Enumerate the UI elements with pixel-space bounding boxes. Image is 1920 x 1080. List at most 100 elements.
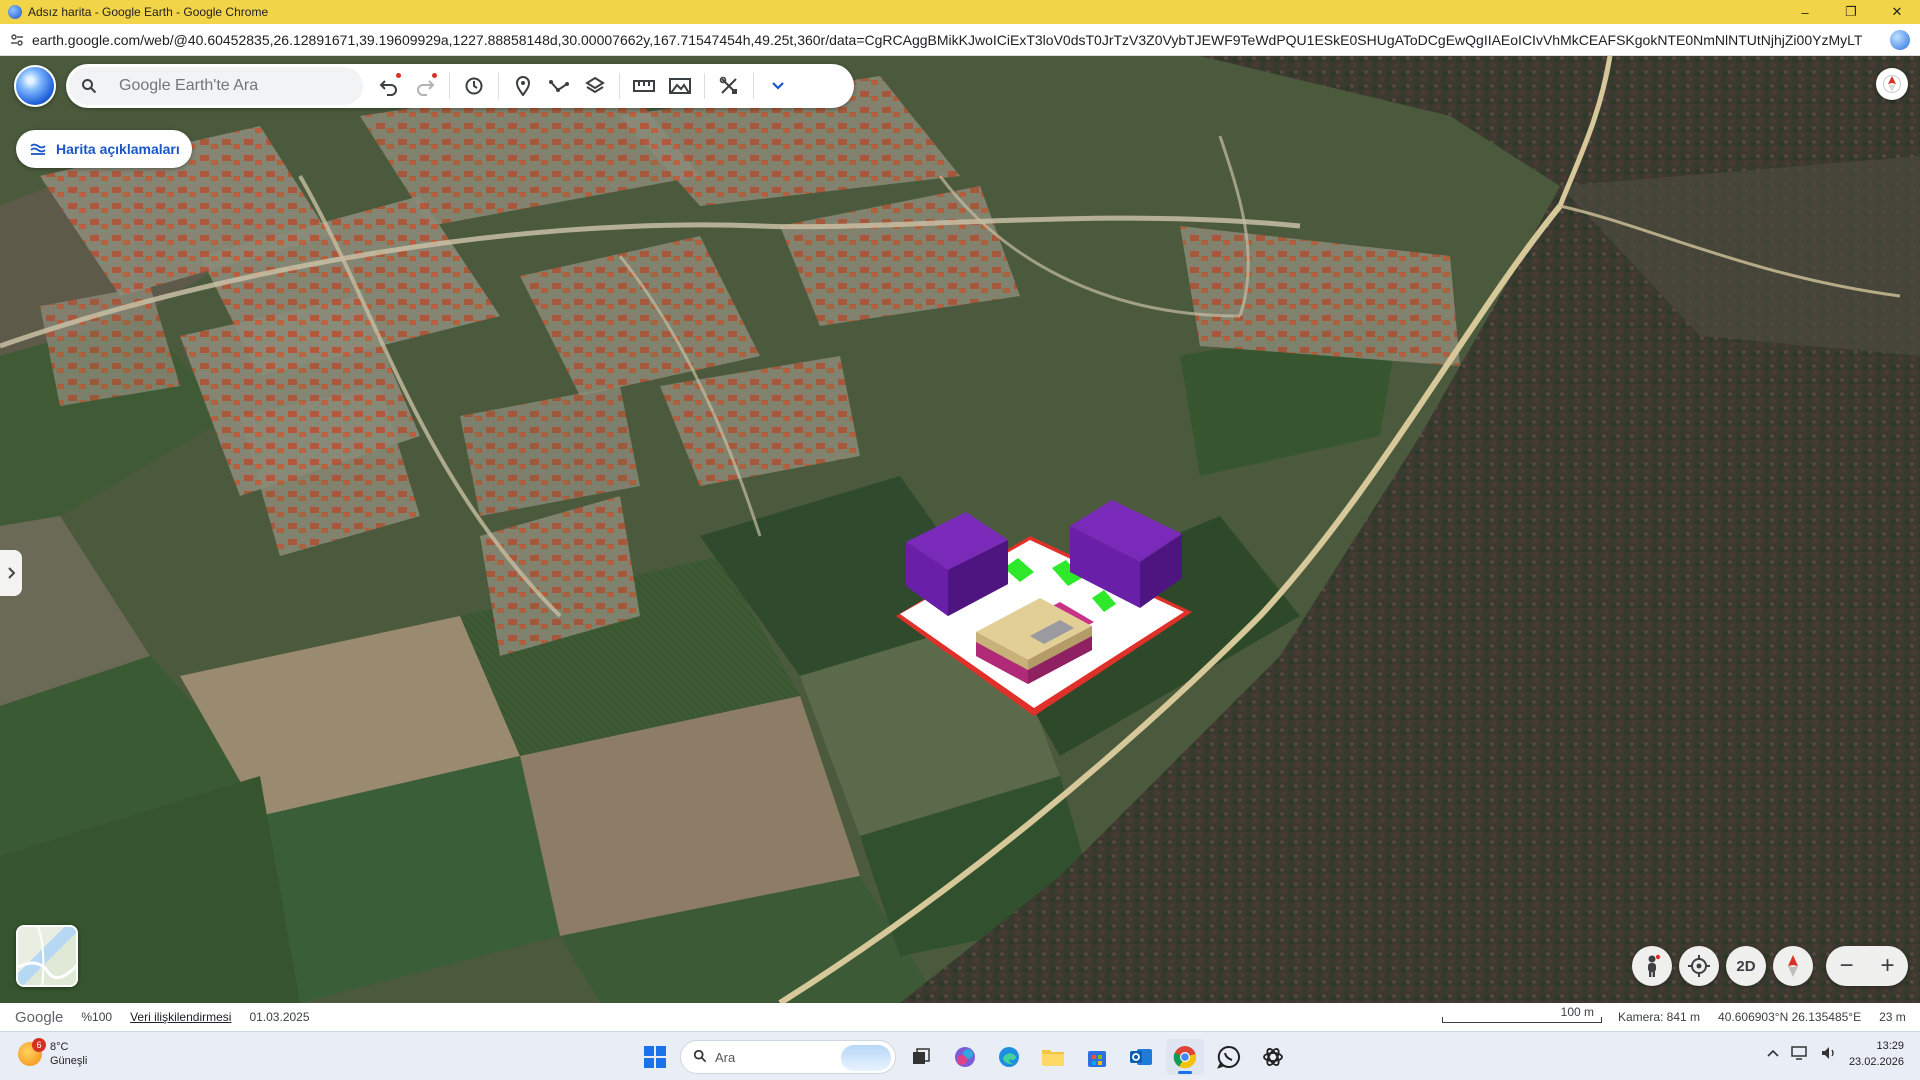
google-earth-favicon-icon <box>8 5 22 19</box>
more-tools-button[interactable] <box>760 68 796 104</box>
taskbar-clock[interactable]: 13:29 23.02.2026 <box>1849 1038 1904 1070</box>
task-view-icon <box>913 1048 930 1064</box>
cursor-coordinates: 40.606903°N 26.135485°E <box>1718 1010 1862 1024</box>
taskbar-search[interactable]: Ara <box>680 1040 896 1074</box>
weather-widget[interactable]: 6 8°C Güneşli <box>18 1038 88 1068</box>
tools-icon <box>719 76 737 94</box>
url-text[interactable]: earth.google.com/web/@40.60452835,26.128… <box>32 32 1862 48</box>
status-bar: Google %100 Veri ilişkilendirmesi 01.03.… <box>0 1003 1920 1031</box>
data-attribution-link[interactable]: Veri ilişkilendirmesi <box>130 1010 231 1024</box>
satellite-terrain <box>0 56 1920 1003</box>
tray-overflow-chevron-icon[interactable] <box>1767 1048 1779 1061</box>
weather-badge: 6 <box>32 1038 46 1052</box>
legend-button-label: Harita açıklamaları <box>56 141 180 157</box>
network-icon[interactable] <box>1791 1045 1809 1063</box>
weather-description: Güneşli <box>50 1055 88 1067</box>
path-button[interactable] <box>541 68 577 104</box>
weather-temperature: 8°C <box>50 1041 69 1053</box>
task-view-button[interactable] <box>902 1039 940 1075</box>
image-overlay-button[interactable] <box>662 68 698 104</box>
placemark-button[interactable] <box>505 68 541 104</box>
placemark-icon <box>515 76 531 96</box>
history-button[interactable] <box>456 68 492 104</box>
compass-needle-icon <box>1788 955 1798 977</box>
zoom-in-button[interactable]: + <box>1880 952 1894 980</box>
map-style-preview <box>18 927 76 985</box>
path-icon <box>549 80 569 92</box>
folder-icon <box>1042 1050 1064 1066</box>
map-legend-button[interactable]: Harita açıklamaları <box>16 130 192 168</box>
crosshair-icon <box>1688 955 1710 977</box>
title-bar: Adsız harita - Google Earth - Google Chr… <box>0 0 1920 24</box>
outlook-app[interactable] <box>1122 1039 1160 1075</box>
outlook-icon <box>1130 1049 1152 1065</box>
volume-icon[interactable] <box>1821 1046 1837 1063</box>
restore-button[interactable]: ❐ <box>1828 0 1874 24</box>
system-tray: 13:29 23.02.2026 <box>1767 1038 1904 1070</box>
zoom-controls: − + <box>1826 946 1908 986</box>
chrome-icon <box>1173 1046 1197 1069</box>
redo-indicator-dot <box>432 73 437 78</box>
site-info-icon[interactable] <box>10 33 24 47</box>
history-icon <box>465 77 483 95</box>
taskbar-search-placeholder: Ara <box>715 1049 736 1065</box>
tools-button[interactable] <box>711 68 747 104</box>
whatsapp-icon <box>1217 1045 1240 1069</box>
toolbar-divider <box>619 73 620 99</box>
window-title: Adsız harita - Google Earth - Google Chr… <box>28 5 269 19</box>
map-viewport[interactable] <box>0 56 1920 1003</box>
google-earth-logo[interactable] <box>14 65 56 107</box>
chrome-app[interactable] <box>1166 1039 1204 1075</box>
zoom-out-button[interactable]: − <box>1839 952 1853 980</box>
scale-label: 100 m <box>1560 1005 1594 1019</box>
minimize-button[interactable]: – <box>1782 0 1828 24</box>
search-icon[interactable] <box>69 78 109 94</box>
store-app[interactable] <box>1078 1039 1116 1075</box>
ground-elevation: 23 m <box>1879 1010 1906 1024</box>
pegman-button[interactable] <box>1632 946 1672 986</box>
google-logo: Google <box>15 1008 64 1026</box>
file-explorer-app[interactable] <box>1034 1039 1072 1075</box>
main-toolbar <box>66 64 854 108</box>
clock-date: 23.02.2026 <box>1848 1056 1904 1068</box>
chevron-right-icon <box>8 567 15 579</box>
profile-avatar[interactable] <box>1890 30 1910 50</box>
pegman-icon <box>1648 954 1661 977</box>
edge-app[interactable] <box>990 1039 1028 1075</box>
sun-icon: 6 <box>18 1038 46 1066</box>
north-compass-button[interactable] <box>1876 68 1908 100</box>
start-button[interactable] <box>636 1039 674 1075</box>
m365-app[interactable] <box>946 1039 984 1075</box>
windows-taskbar: 6 8°C Güneşli Ara 13:29 23.02.2026 <box>0 1031 1920 1080</box>
taskbar-search-icon <box>693 1049 707 1066</box>
scale-bar: 100 m <box>1442 1005 1602 1025</box>
my-location-button[interactable] <box>1679 946 1719 986</box>
active-app-indicator <box>1178 1071 1192 1074</box>
undo-button[interactable] <box>371 68 407 104</box>
view-2d-toggle-button[interactable]: 2D <box>1726 946 1766 986</box>
undo-indicator-dot <box>396 73 401 78</box>
camera-altitude: Kamera: 841 m <box>1618 1010 1701 1024</box>
compass-button[interactable] <box>1773 946 1813 986</box>
edge-icon <box>999 1047 1019 1067</box>
legend-icon <box>30 142 48 156</box>
search-box[interactable] <box>69 67 363 105</box>
toolbar-divider <box>449 73 450 99</box>
address-bar[interactable]: earth.google.com/web/@40.60452835,26.128… <box>0 24 1920 56</box>
chatgpt-app[interactable] <box>1254 1039 1292 1075</box>
image-overlay-icon <box>669 78 691 94</box>
ruler-icon <box>633 80 655 92</box>
map-style-thumbnail[interactable] <box>16 925 78 987</box>
layers-button[interactable] <box>577 68 613 104</box>
compass-icon <box>1883 75 1901 93</box>
camera-info: Kamera: 841 m 40.606903°N 26.135485°E 23… <box>1618 1010 1906 1024</box>
whatsapp-app[interactable] <box>1210 1039 1248 1075</box>
side-panel-toggle[interactable] <box>0 550 22 596</box>
toolbar-divider <box>753 73 754 99</box>
redo-button[interactable] <box>407 68 443 104</box>
taskbar-apps: Ara <box>636 1039 1292 1075</box>
search-input[interactable] <box>119 77 349 95</box>
close-button[interactable]: ✕ <box>1874 0 1920 24</box>
measure-button[interactable] <box>626 68 662 104</box>
store-icon <box>1088 1051 1106 1067</box>
